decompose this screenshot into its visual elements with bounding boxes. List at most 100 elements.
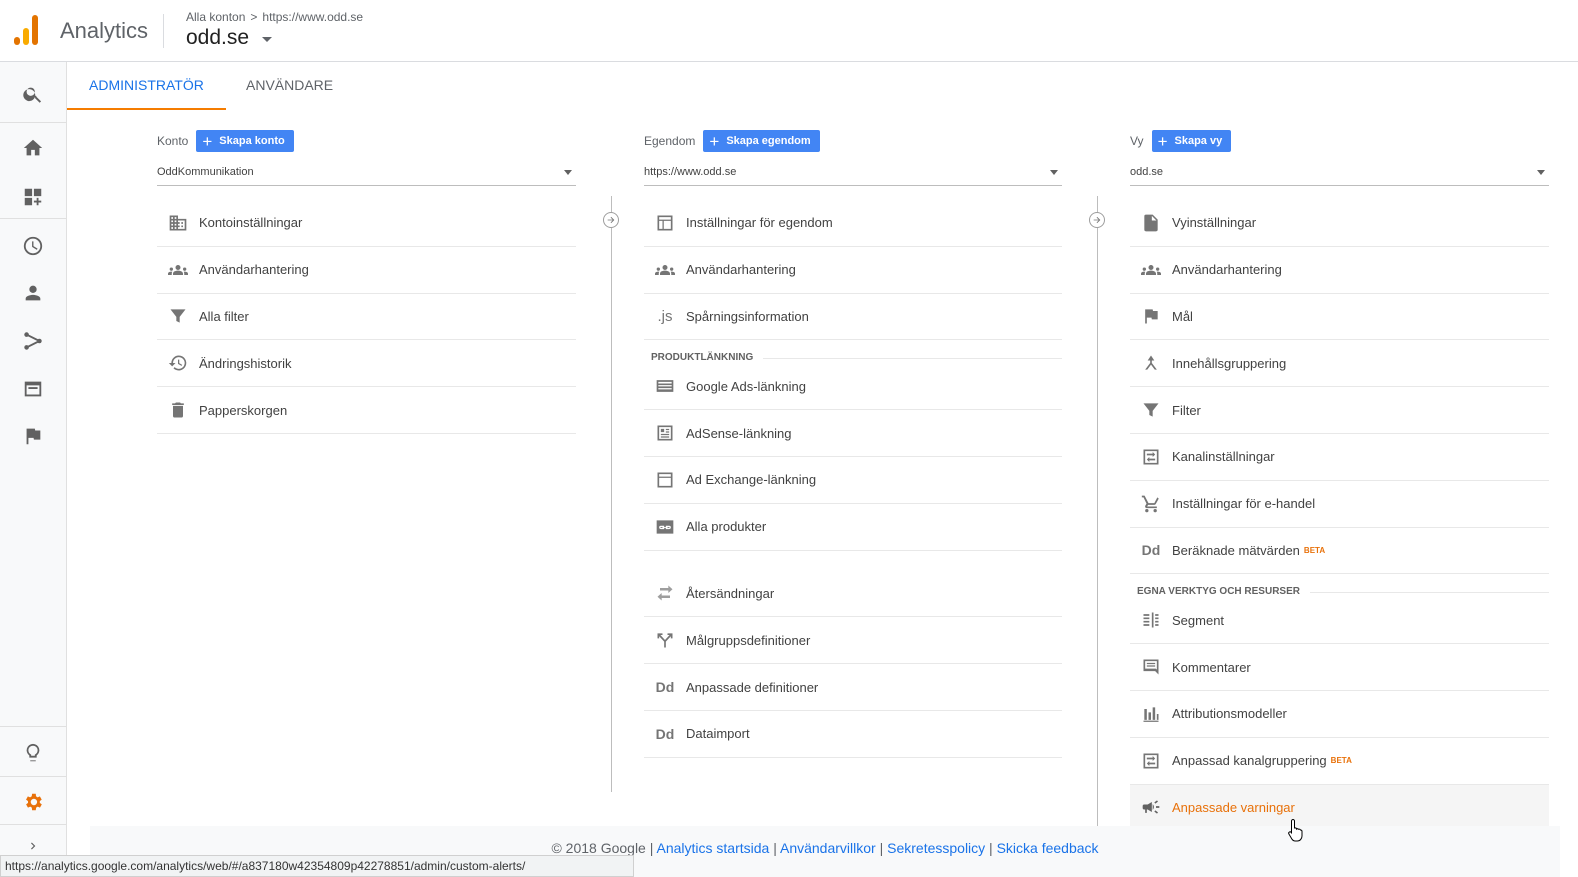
create-account-button[interactable]: + Skapa konto <box>196 130 294 152</box>
lightbulb-icon[interactable] <box>0 730 66 776</box>
property-select[interactable]: https://www.odd.se <box>644 164 1062 186</box>
tab-administrator[interactable]: ADMINISTRATÖR <box>67 62 226 110</box>
view-column: Vy + Skapa vy odd.se Vyinställningar Anvä… <box>1130 128 1549 832</box>
calculated-metrics-item[interactable]: Dd Beräknade mätvärden BETA <box>1130 528 1549 575</box>
property-selector[interactable]: odd.se <box>186 26 249 50</box>
ad-exchange-linking-item[interactable]: Ad Exchange-länkning <box>644 457 1062 504</box>
adsense-linking-item[interactable]: AdSense-länkning <box>644 410 1062 457</box>
hand-cursor-icon <box>1288 818 1303 842</box>
account-settings-item[interactable]: Kontoinställningar <box>157 200 576 247</box>
account-select[interactable]: OddKommunikation <box>157 164 576 186</box>
chevron-down-icon[interactable] <box>262 37 272 42</box>
dd-icon: Dd <box>644 726 686 742</box>
custom-alerts-item[interactable]: Anpassade varningar <box>1130 784 1549 832</box>
tab-users[interactable]: ANVÄNDARE <box>224 62 355 110</box>
megaphone-icon <box>1130 797 1172 817</box>
breadcrumb-property[interactable]: https://www.odd.se <box>262 10 363 24</box>
view-column-header: Vy + Skapa vy <box>1130 128 1549 154</box>
view-user-management-item[interactable]: Användarhantering <box>1130 247 1549 294</box>
item-label: Mål <box>1172 308 1193 324</box>
link-icon <box>644 517 686 537</box>
item-label: Google Ads-länkning <box>686 378 806 394</box>
content-group-icon <box>1130 353 1172 373</box>
home-icon[interactable] <box>0 125 66 171</box>
users-icon <box>1130 260 1172 280</box>
footer-link-privacy[interactable]: Sekretesspolicy <box>887 840 985 856</box>
view-filter-item[interactable]: Filter <box>1130 387 1549 434</box>
analytics-logo-icon[interactable] <box>14 15 44 45</box>
audience-definitions-item[interactable]: Målgruppsdefinitioner <box>644 617 1062 665</box>
item-label: Anpassad kanalgruppering <box>1172 753 1327 769</box>
chevron-down-icon <box>1050 170 1058 175</box>
create-view-label: Skapa vy <box>1174 135 1223 147</box>
property-column-header: Egendom + Skapa egendom <box>644 128 1062 154</box>
view-select[interactable]: odd.se <box>1130 164 1549 186</box>
chevron-down-icon <box>1537 170 1545 175</box>
flag-icon[interactable] <box>0 413 66 459</box>
item-label: Filter <box>1172 402 1201 418</box>
behavior-icon[interactable] <box>0 366 66 412</box>
footer-link-feedback[interactable]: Skicka feedback <box>997 840 1099 856</box>
item-label: Målgruppsdefinitioner <box>686 632 811 648</box>
item-label: Inställningar för egendom <box>686 215 833 231</box>
data-import-item[interactable]: Dd Dataimport <box>644 711 1062 758</box>
account-change-history-item[interactable]: Ändringshistorik <box>157 340 576 388</box>
search-icon[interactable] <box>0 71 66 117</box>
item-label: Inställningar för e-handel <box>1172 496 1316 512</box>
item-label: Segment <box>1172 612 1225 628</box>
trash-icon <box>157 400 199 420</box>
item-label: Anpassade definitioner <box>686 679 819 695</box>
personal-tools-heading: EGNA VERKTYG OCH RESURSER <box>1130 574 1549 597</box>
account-select-value: OddKommunikation <box>157 166 254 178</box>
content-grouping-item[interactable]: Innehållsgruppering <box>1130 340 1549 388</box>
gear-icon[interactable] <box>0 779 66 825</box>
nav-divider <box>0 776 66 777</box>
view-settings-item[interactable]: Vyinställningar <box>1130 200 1549 247</box>
all-products-item[interactable]: Alla produkter <box>644 504 1062 551</box>
person-icon[interactable] <box>0 270 66 316</box>
browser-status-bar: https://analytics.google.com/analytics/w… <box>0 855 634 877</box>
create-property-button[interactable]: + Skapa egendom <box>703 130 820 152</box>
google-ads-linking-item[interactable]: Google Ads-länkning <box>644 363 1062 411</box>
custom-channel-grouping-item[interactable]: Anpassad kanalgruppering BETA <box>1130 738 1549 785</box>
window-icon <box>644 470 686 490</box>
clock-icon[interactable] <box>0 223 66 269</box>
ecommerce-settings-item[interactable]: Inställningar för e-handel <box>1130 481 1549 528</box>
segments-item[interactable]: Segment <box>1130 597 1549 645</box>
history-icon <box>157 353 199 373</box>
item-label: Ändringshistorik <box>199 355 292 371</box>
postback-icon <box>644 583 686 603</box>
breadcrumb[interactable]: Alla konton > https://www.odd.se <box>186 10 363 24</box>
item-label: Spårningsinformation <box>686 308 809 324</box>
view-items: Vyinställningar Användarhantering Mål In… <box>1130 200 1549 832</box>
footer-link-analytics-home[interactable]: Analytics startsida <box>657 840 770 856</box>
users-icon <box>644 260 686 280</box>
attribution-models-item[interactable]: Attributionsmodeller <box>1130 691 1549 738</box>
arrow-right-icon <box>1089 212 1105 228</box>
account-trash-item[interactable]: Papperskorgen <box>157 387 576 434</box>
document-icon <box>1130 213 1172 233</box>
section-label: PRODUKTLÄNKNING <box>651 352 754 364</box>
property-user-management-item[interactable]: Användarhantering <box>644 247 1062 294</box>
expand-nav-icon[interactable] <box>0 838 66 854</box>
postbacks-item[interactable]: Återsändningar <box>644 571 1062 618</box>
create-view-button[interactable]: + Skapa vy <box>1151 130 1232 152</box>
dashboard-add-icon[interactable] <box>0 174 66 220</box>
property-settings-item[interactable]: Inställningar för egendom <box>644 200 1062 247</box>
item-label: Attributionsmodeller <box>1172 706 1287 722</box>
account-all-filters-item[interactable]: Alla filter <box>157 294 576 341</box>
footer-link-terms[interactable]: Användarvillkor <box>780 840 876 856</box>
filter-icon <box>157 306 199 326</box>
channel-settings-item[interactable]: Kanalinställningar <box>1130 434 1549 481</box>
tracking-info-item[interactable]: .js Spårningsinformation <box>644 294 1062 341</box>
acquisition-icon[interactable] <box>0 318 66 364</box>
goals-item[interactable]: Mål <box>1130 294 1549 341</box>
account-user-management-item[interactable]: Användarhantering <box>157 247 576 294</box>
item-label: AdSense-länkning <box>686 425 792 441</box>
custom-definitions-item[interactable]: Dd Anpassade definitioner <box>644 664 1062 711</box>
breadcrumb-account[interactable]: Alla konton <box>186 10 245 24</box>
create-account-label: Skapa konto <box>219 135 285 147</box>
js-icon: .js <box>644 308 686 325</box>
annotations-item[interactable]: Kommentarer <box>1130 644 1549 691</box>
section-divider <box>1309 592 1549 594</box>
